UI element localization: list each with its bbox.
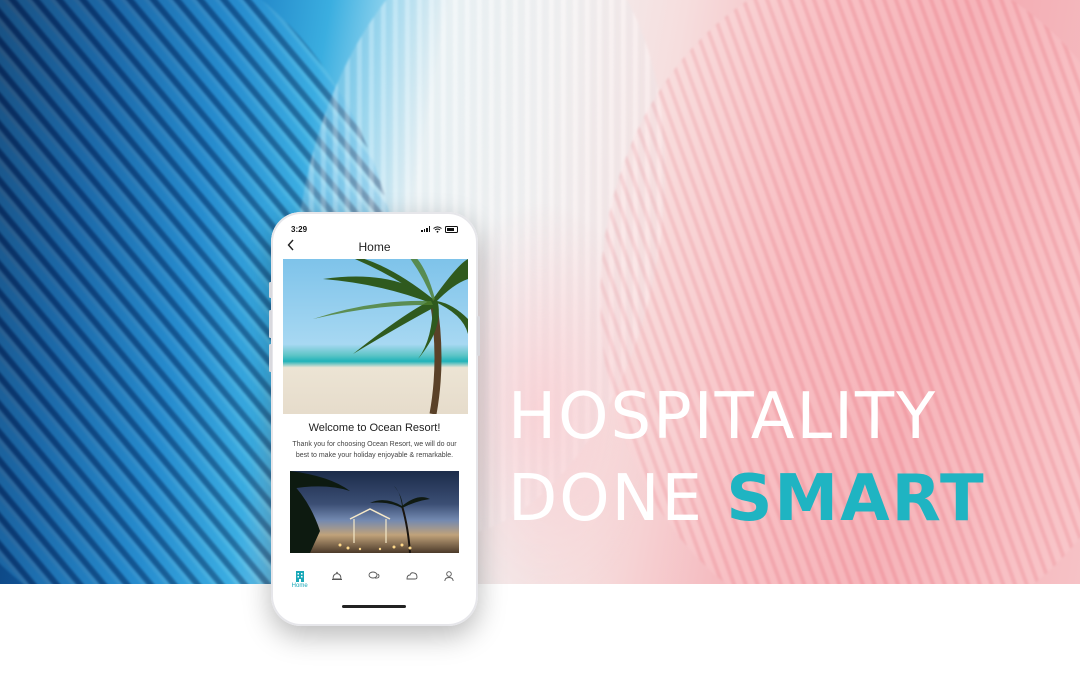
page-title: Home [358, 240, 391, 254]
home-indicator[interactable] [342, 605, 406, 608]
wifi-icon [433, 225, 442, 233]
tab-profile[interactable] [434, 570, 464, 582]
status-time: 3:29 [291, 224, 308, 234]
signal-icon [421, 226, 430, 232]
phone-volume-up [269, 310, 272, 338]
headline-word-smart: SMART [726, 462, 986, 536]
beach-palm-photo [283, 259, 468, 414]
battery-icon [445, 225, 458, 233]
app-screen: 3:29 Home Welcome to Ocean Resort! Thank… [281, 222, 468, 616]
tab-chat[interactable] [359, 570, 389, 582]
phone-volume-down [269, 344, 272, 372]
map-icon [406, 572, 418, 580]
phone-mute-switch [269, 282, 272, 298]
status-bar: 3:29 [281, 222, 468, 236]
tab-explore[interactable] [397, 570, 427, 582]
chat-icon [369, 571, 380, 579]
headline-line-1: HOSPITALITY [508, 380, 938, 454]
welcome-text: Thank you for choosing Ocean Resort, we … [292, 441, 457, 459]
tab-home[interactable]: Home [285, 570, 315, 589]
phone-mockup: 3:29 Home Welcome to Ocean Resort! Thank… [269, 212, 480, 626]
back-button[interactable] [287, 239, 295, 255]
chevron-left-icon [287, 239, 294, 251]
status-icons [421, 225, 458, 233]
headline-word-done: DONE [508, 462, 704, 536]
tab-services[interactable] [322, 570, 352, 582]
welcome-title: Welcome to Ocean Resort! [308, 422, 441, 434]
hotel-icon [295, 571, 304, 582]
tab-home-label: Home [291, 583, 308, 589]
user-icon [444, 571, 454, 582]
welcome-section: Welcome to Ocean Resort! Thank you for c… [281, 414, 468, 461]
nav-bar: Home [281, 236, 468, 258]
phone-power-button [477, 316, 480, 356]
headline-line-2: DONE SMART [508, 458, 986, 540]
tab-bar: Home [281, 570, 468, 592]
bell-icon [332, 571, 343, 580]
headline: HOSPITALITY DONE SMART [508, 376, 986, 540]
beach-event-photo[interactable] [290, 471, 459, 553]
